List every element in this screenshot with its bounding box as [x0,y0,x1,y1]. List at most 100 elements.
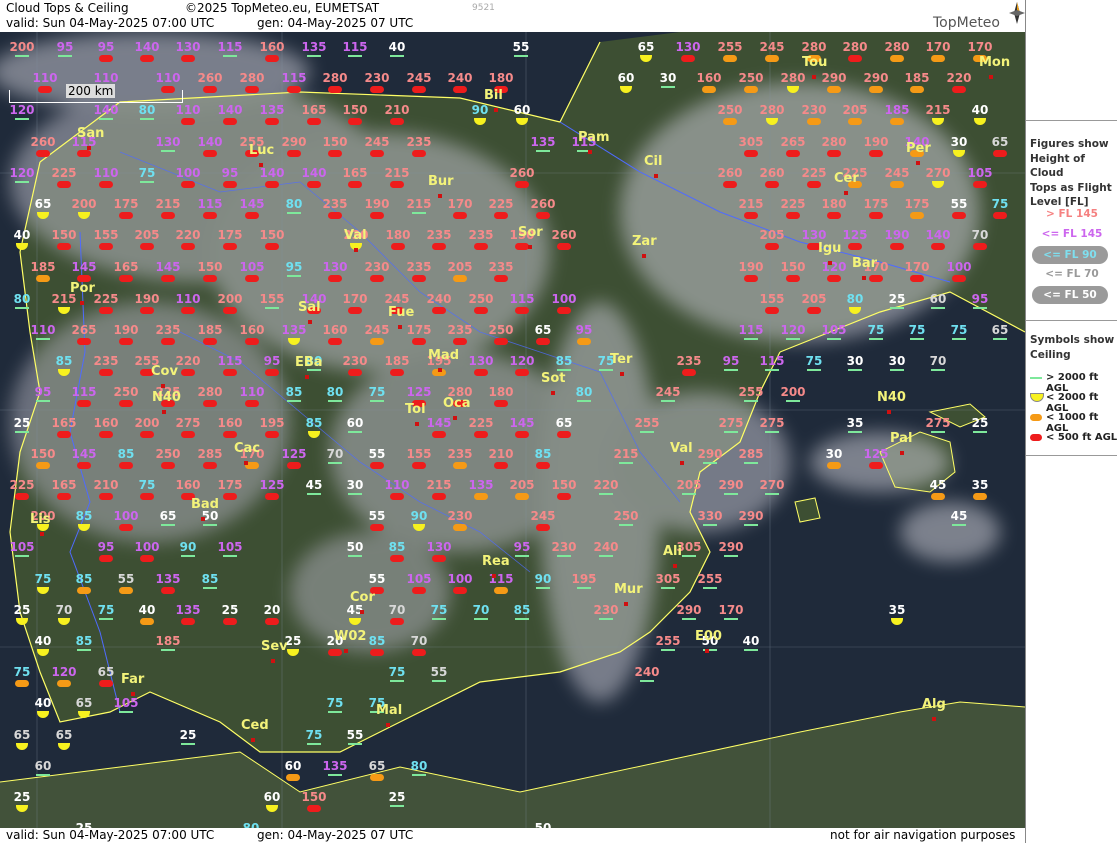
cloud-top-value: 140 [301,166,327,180]
cloud-top-value: 290 [821,71,847,85]
ceiling-symbol [99,243,113,250]
ceiling-symbol [140,181,154,183]
cloud-top-value: 225 [9,478,35,492]
ceiling-symbol [848,118,862,125]
cloud-top-value: 175 [406,323,432,337]
ceiling-symbol [119,275,133,282]
cloud-top-value: 160 [322,323,348,337]
city-marker [551,391,555,395]
satellite-map[interactable]: 200 95 95 140 130 115 160 135 115 40 55 65 130 255 245… [0,32,1025,828]
ceiling-symbol [287,86,301,93]
ceiling-symbol [557,431,571,438]
ceiling-symbol [973,431,987,433]
ceiling-symbol [536,338,550,345]
cloud-top-value: 180 [821,197,847,211]
ceiling-symbol [390,555,404,562]
cloud-top-value: 55 [117,572,135,586]
cloud-top-value: 115 [342,40,368,54]
ceiling-symbol [557,555,571,557]
city-marker [201,517,205,521]
cloud-top-value: 100 [113,509,139,523]
ceiling-symbol [223,431,237,438]
ceiling-symbol [890,369,904,371]
cloud-top-value: 70 [326,447,344,461]
cloud-top-value: 200 [9,40,35,54]
ceiling-symbol [724,369,738,371]
green-line-icon [1030,377,1042,379]
ceiling-symbol [223,493,237,500]
cloud-top-value: 105 [9,540,35,554]
cloud-top-value: 85 [555,354,573,368]
city-label: Val [670,441,693,456]
cloud-top-value: 60 [346,416,364,430]
city-marker [680,461,684,465]
ceiling-symbol [161,150,175,152]
cloud-top-value: 95 [722,354,740,368]
city-label: Fue [388,305,415,320]
city-marker [398,325,402,329]
ceiling-symbol [140,493,154,500]
city-marker [344,649,348,653]
cloud-top-value: 205 [447,260,473,274]
ceiling-symbol [931,55,945,62]
city-label: Igu [818,241,842,256]
ceiling-symbol [15,307,29,309]
ceiling-symbol [307,118,321,125]
cloud-top-value: 55 [368,572,386,586]
cloud-top-value: 160 [259,40,285,54]
city-label: Sot [541,371,566,386]
cloud-top-value: 95 [513,540,531,554]
ceiling-symbol [99,618,113,620]
legend-symbols-title: Symbols show Ceiling [1030,334,1115,361]
ceiling-symbol [557,307,571,314]
ceiling-symbol [307,493,321,495]
cloud-top-value: 85 [75,634,93,648]
cloud-top-value: 75 [950,323,968,337]
cloud-top-value: 130 [175,40,201,54]
cloud-top-value: 185 [30,260,56,274]
ceiling-symbol [494,338,508,345]
cloud-top-value: 100 [551,292,577,306]
ceiling-symbol [181,555,195,557]
cloud-top-value: 270 [759,478,785,492]
city-label: Far [121,672,145,687]
city-label: Zar [632,234,657,249]
legend-level-gt145: > FL 145 [1046,208,1098,220]
ceiling-symbol [245,212,259,219]
cloud-top-value: 45 [346,603,364,617]
ceiling-symbol [599,369,613,371]
city-marker [624,602,628,606]
cloud-top-value: 35 [846,416,864,430]
cloud-top-value: 250 [468,292,494,306]
ceiling-symbol [286,774,300,781]
cloud-top-value: 75 [991,197,1009,211]
cloud-top-value: 85 [117,447,135,461]
cloud-top-value: 175 [904,197,930,211]
city-marker [386,723,390,727]
cloud-top-value: 290 [697,447,723,461]
ceiling-symbol [744,400,758,402]
cloud-top-value: 230 [801,103,827,117]
cloud-top-value: 25 [13,790,31,804]
cloud-top-value: 115 [488,572,514,586]
ceiling-symbol [265,118,279,125]
legend-panel: Figures show Height of Cloud Tops as Fli… [1025,0,1117,843]
cloud-top-value: 65 [159,509,177,523]
cloud-top-value: 205 [134,228,160,242]
city-label: Tol [405,402,426,417]
cloud-top-value: 160 [175,478,201,492]
cloud-top-value: 150 [259,228,285,242]
footer-valid-time: valid: Sun 04-May-2025 07:00 UTC [6,828,215,842]
cloud-top-value: 130 [155,135,181,149]
cloud-top-value: 75 [305,728,323,742]
ceiling-symbol [807,307,821,314]
ceiling-symbol [931,493,945,500]
ceiling-symbol [973,493,987,500]
ceiling-symbol [287,150,301,157]
cloud-top-value: 75 [368,385,386,399]
ceiling-symbol [723,55,737,62]
cloud-top-value: 215 [426,478,452,492]
cloud-top-value: 65 [75,696,93,710]
cloud-top-value: 185 [884,103,910,117]
ceiling-symbol [577,587,591,589]
